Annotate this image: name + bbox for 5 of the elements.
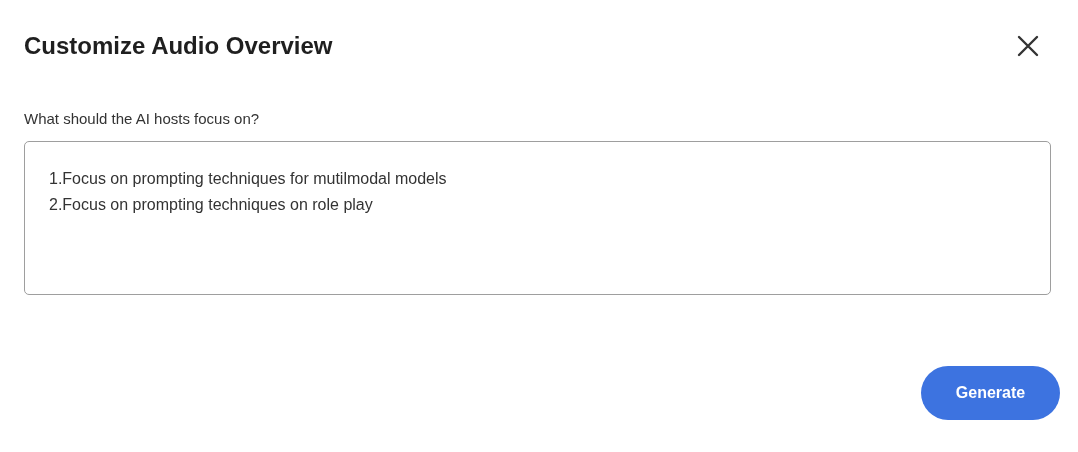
generate-button[interactable]: Generate bbox=[921, 366, 1060, 420]
field-label: What should the AI hosts focus on? bbox=[24, 109, 261, 129]
close-icon[interactable] bbox=[1016, 34, 1040, 58]
focus-input-field[interactable]: 1.Focus on prompting techniques for mutilmodal models 2.Focus on prompting techniques on role play bbox=[24, 141, 1051, 295]
dialog-title: Customize Audio Overview bbox=[24, 31, 333, 61]
